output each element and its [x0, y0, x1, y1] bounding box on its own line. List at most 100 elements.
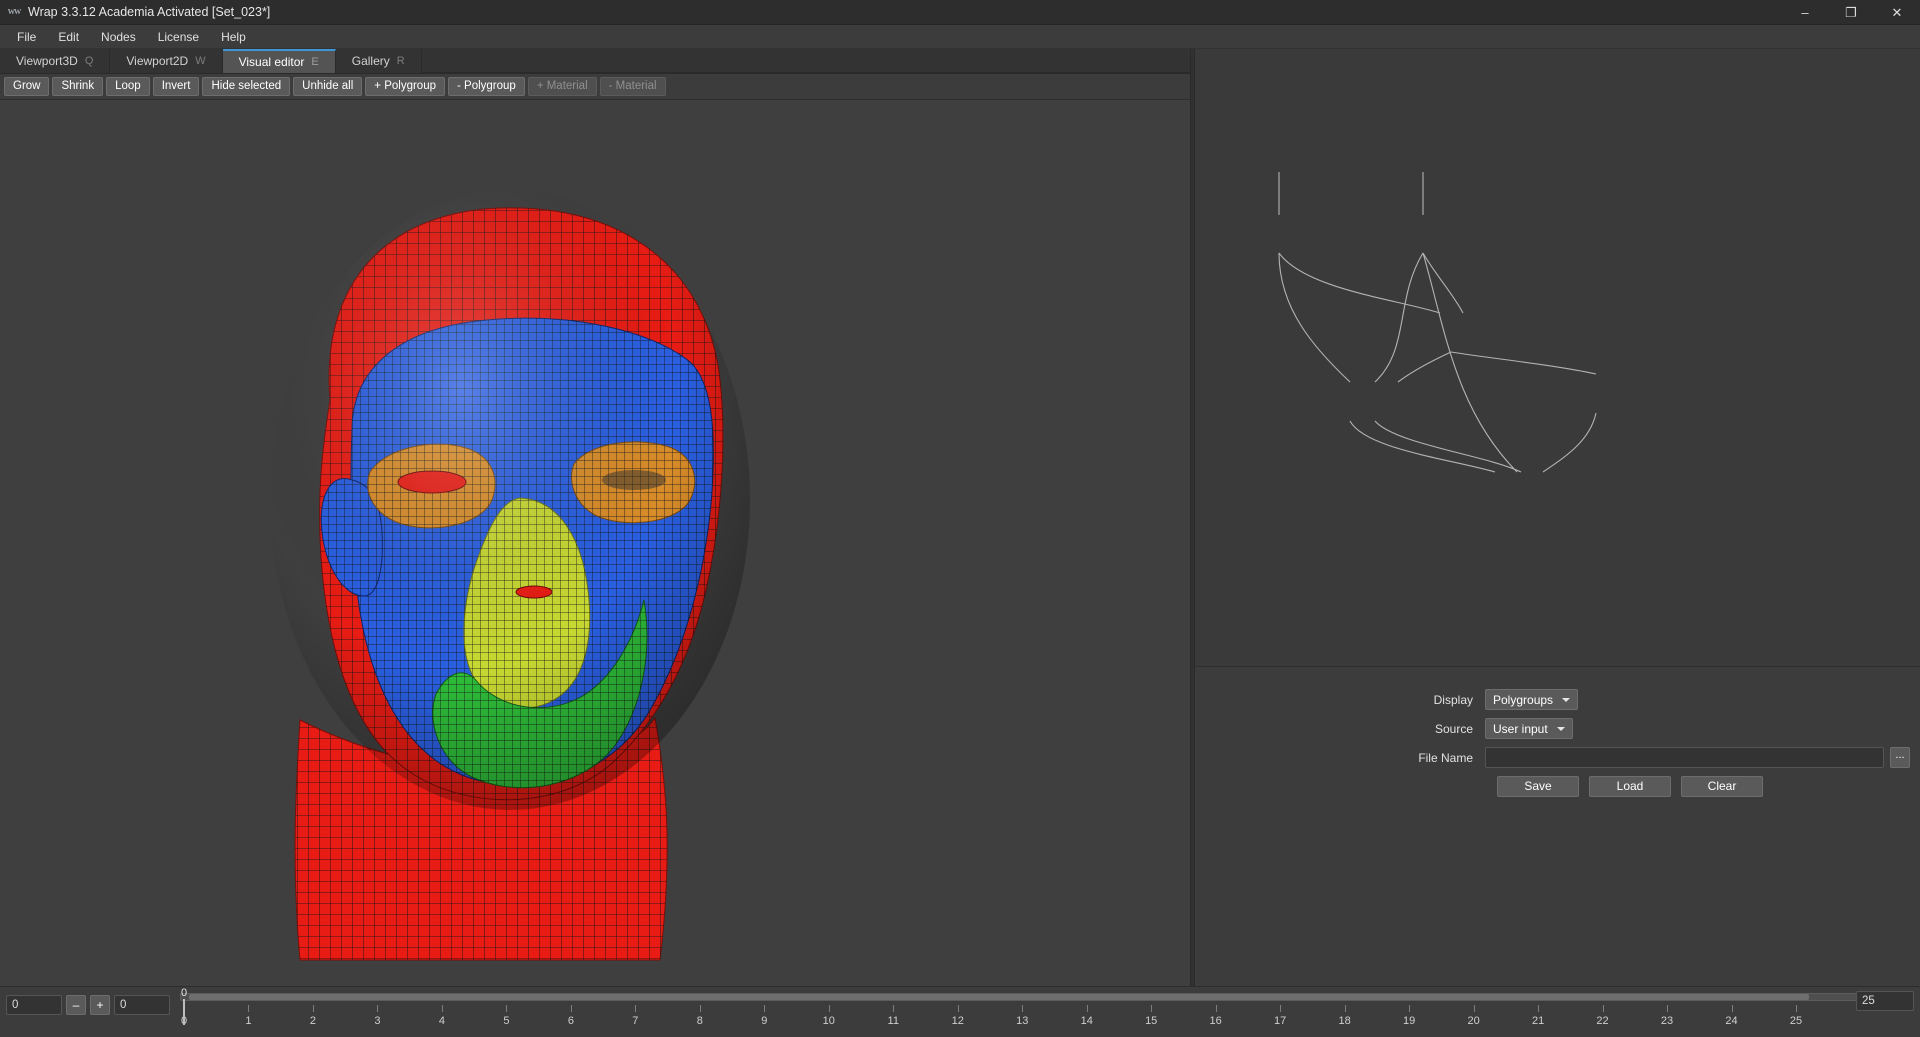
timeline-tick-label: 18 [1339, 1015, 1351, 1027]
close-button[interactable]: ✕ [1874, 0, 1920, 25]
window-title: Wrap 3.3.12 Academia Activated [Set_023*… [28, 5, 270, 19]
timeline-ruler[interactable]: 0123456789101112131415161718192021222324… [176, 1005, 1920, 1037]
display-dropdown-value: Polygroups [1493, 693, 1553, 707]
timeline-tick [1280, 1005, 1281, 1012]
tab-viewport2d-label: Viewport2D [126, 54, 188, 68]
timeline-tick-label: 7 [632, 1015, 638, 1027]
timeline-tick-label: 24 [1725, 1015, 1737, 1027]
node-connections [1195, 49, 1915, 667]
timeline-tick-label: 13 [1016, 1015, 1028, 1027]
tab-visual-editor-label: Visual editor [239, 55, 305, 69]
load-button[interactable]: Load [1589, 776, 1671, 797]
window-controls: – ❐ ✕ [1782, 0, 1920, 25]
file-name-input[interactable] [1485, 747, 1884, 768]
add-polygroup-button[interactable]: + Polygroup [365, 77, 445, 96]
selection-toolbar: Grow Shrink Loop Invert Hide selected Un… [0, 74, 1190, 100]
timeline-tick-label: 8 [697, 1015, 703, 1027]
timeline-tick [1732, 1005, 1733, 1012]
invert-button[interactable]: Invert [153, 77, 200, 96]
timeline-tick [248, 1005, 249, 1012]
current-frame-field[interactable]: 0 [6, 995, 62, 1015]
left-pane: Viewport3D Q Viewport2D W Visual editor … [0, 49, 1190, 986]
minimize-button[interactable]: – [1782, 0, 1828, 25]
shrink-button[interactable]: Shrink [52, 77, 103, 96]
remove-polygroup-button[interactable]: - Polygroup [448, 77, 525, 96]
source-row: Source User input [1195, 718, 1920, 739]
timeline-tick [893, 1005, 894, 1012]
tab-gallery[interactable]: Gallery R [336, 49, 422, 73]
maximize-button[interactable]: ❐ [1828, 0, 1874, 25]
timeline-tick-label: 9 [761, 1015, 767, 1027]
chevron-down-icon [1562, 698, 1570, 702]
end-frame-field[interactable]: 25 [1856, 991, 1914, 1011]
source-dropdown[interactable]: User input [1485, 718, 1573, 739]
tab-bar-filler [422, 49, 1190, 73]
timeline-tick [1796, 1005, 1797, 1012]
properties-panel: Display Polygroups Source User input Fil… [1195, 667, 1920, 986]
timeline-tick-label: 23 [1661, 1015, 1673, 1027]
file-name-label: File Name [1195, 751, 1485, 765]
loop-button[interactable]: Loop [106, 77, 150, 96]
timeline-tick [506, 1005, 507, 1012]
timeline-tick [1603, 1005, 1604, 1012]
timeline-tick [829, 1005, 830, 1012]
timeline-tick-label: 2 [310, 1015, 316, 1027]
tab-viewport2d[interactable]: Viewport2D W [110, 49, 222, 73]
timeline-tick [1474, 1005, 1475, 1012]
remove-material-button: - Material [600, 77, 666, 96]
tab-viewport3d[interactable]: Viewport3D Q [0, 49, 110, 73]
timeline-tick [1087, 1005, 1088, 1012]
menu-item-help[interactable]: Help [210, 27, 257, 47]
menu-item-nodes[interactable]: Nodes [90, 27, 147, 47]
timeline-tick [442, 1005, 443, 1012]
timeline-tick [764, 1005, 765, 1012]
timeline-tick [1345, 1005, 1346, 1012]
save-button[interactable]: Save [1497, 776, 1579, 797]
tab-viewport3d-hotkey: Q [85, 55, 94, 67]
tab-visual-editor[interactable]: Visual editor E [223, 49, 336, 73]
browse-button[interactable]: ... [1890, 747, 1910, 768]
timeline-tick-label: 4 [439, 1015, 445, 1027]
tab-gallery-hotkey: R [397, 55, 405, 67]
timeline-controls: 0 – + 0 [0, 987, 176, 1015]
tab-visual-editor-hotkey: E [311, 56, 318, 68]
timeline-scrollbar[interactable] [180, 993, 1912, 1001]
timeline-tick-label: 15 [1145, 1015, 1157, 1027]
hide-selected-button[interactable]: Hide selected [202, 77, 290, 96]
timeline-tick [958, 1005, 959, 1012]
start-frame-field[interactable]: 0 [114, 995, 170, 1015]
viewport-3d[interactable] [0, 100, 1190, 986]
clear-button[interactable]: Clear [1681, 776, 1763, 797]
frame-increment-button[interactable]: + [90, 995, 110, 1015]
unhide-all-button[interactable]: Unhide all [293, 77, 362, 96]
frame-decrement-button[interactable]: – [66, 995, 86, 1015]
timeline-tick-label: 3 [374, 1015, 380, 1027]
tab-viewport3d-label: Viewport3D [16, 54, 78, 68]
source-dropdown-value: User input [1493, 722, 1548, 736]
timeline-tick-label: 12 [952, 1015, 964, 1027]
display-dropdown[interactable]: Polygroups [1485, 689, 1578, 710]
timeline-tick-label: 20 [1467, 1015, 1479, 1027]
timeline-tick [1667, 1005, 1668, 1012]
playhead-value: 0 [181, 987, 187, 999]
add-material-button: + Material [528, 77, 597, 96]
menu-item-license[interactable]: License [147, 27, 210, 47]
grow-button[interactable]: Grow [4, 77, 49, 96]
file-name-row: File Name ... [1195, 747, 1920, 768]
chevron-down-icon [1557, 727, 1565, 731]
timeline-tick-label: 10 [823, 1015, 835, 1027]
menu-item-file[interactable]: File [6, 27, 47, 47]
timeline-tick [571, 1005, 572, 1012]
properties-actions: Save Load Clear [1195, 776, 1920, 797]
timeline-tick-label: 14 [1081, 1015, 1093, 1027]
timeline-tick [635, 1005, 636, 1012]
node-graph-canvas[interactable]: Base_Mesh_Image Skan_002_Image [1195, 49, 1920, 667]
app-logo-icon: ᴡᴡ [6, 5, 22, 19]
display-label: Display [1195, 693, 1485, 707]
timeline-track[interactable]: 0123456789101112131415161718192021222324… [176, 987, 1920, 991]
playhead-marker[interactable] [183, 999, 185, 1025]
tab-viewport2d-hotkey: W [195, 55, 205, 67]
menu-item-edit[interactable]: Edit [47, 27, 90, 47]
timeline-scroll-thumb[interactable] [189, 994, 1809, 1000]
head-mesh-render[interactable] [0, 100, 1190, 986]
